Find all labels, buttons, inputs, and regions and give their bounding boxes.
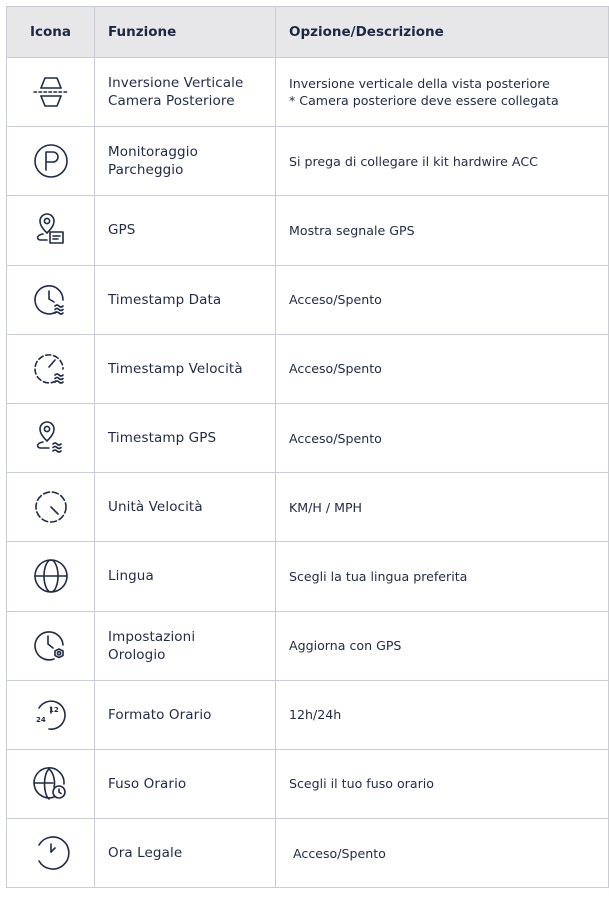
function-label: Inversione Verticale Camera Posteriore	[94, 56, 276, 128]
function-label: Ora Legale	[94, 818, 276, 889]
function-label: Timestamp Data	[94, 264, 276, 335]
header-icon: Icona	[6, 6, 95, 58]
description-text: 12h/24h	[275, 679, 609, 750]
table-row: GPS Mostra segnale GPS	[6, 195, 609, 266]
description-text: Acceso/Spento	[275, 264, 609, 335]
function-label: Timestamp GPS	[94, 402, 276, 474]
table-row: Lingua Scegli la tua lingua preferita	[6, 541, 609, 612]
svg-text:24: 24	[36, 716, 46, 724]
table-row: Unità Velocità KM/H / MPH	[6, 472, 609, 543]
function-label: Impostazioni Orologio	[94, 610, 276, 681]
date-stamp-icon	[33, 284, 64, 315]
clock-settings-icon	[33, 630, 64, 661]
description-text: Acceso/Spento	[275, 402, 609, 474]
function-label: Lingua	[94, 541, 276, 612]
speed-unit-icon	[34, 491, 67, 524]
flip-camera-icon	[32, 77, 69, 107]
header-function: Funzione	[94, 6, 276, 58]
function-label: Monitoraggio Parcheggio	[94, 126, 276, 197]
daylight-saving-icon	[37, 836, 70, 870]
description-text: Scegli il tuo fuso orario	[275, 748, 609, 820]
function-label: Formato Orario	[94, 679, 276, 750]
table-row: Fuso Orario Scegli il tuo fuso orario	[6, 748, 609, 820]
table-row: Ora Legale Acceso/Spento	[6, 818, 609, 889]
speed-stamp-icon	[33, 353, 64, 384]
svg-text:12: 12	[49, 706, 59, 714]
function-label: Unità Velocità	[94, 472, 276, 543]
description-text: KM/H / MPH	[275, 472, 609, 543]
table-row: Monitoraggio Parcheggio Si prega di coll…	[6, 126, 609, 197]
description-text: Mostra segnale GPS	[275, 195, 609, 266]
description-text: Aggiorna con GPS	[275, 610, 609, 681]
description-text: Si prega di collegare il kit hardwire AC…	[275, 126, 609, 197]
table-row: Impostazioni Orologio Aggiorna con GPS	[6, 610, 609, 681]
globe-icon	[33, 559, 68, 594]
time-format-icon: 12 24	[36, 700, 66, 730]
table-row: Timestamp Velocità Acceso/Spento	[6, 333, 609, 404]
function-label: GPS	[94, 195, 276, 266]
description-text: Acceso/Spento	[275, 333, 609, 404]
table-row: Inversione Verticale Camera Posteriore I…	[6, 56, 609, 128]
function-label: Timestamp Velocità	[94, 333, 276, 404]
function-label: Fuso Orario	[94, 748, 276, 820]
parking-icon	[33, 144, 68, 179]
table-header-row: Icona Funzione Opzione/Descrizione	[6, 6, 609, 58]
settings-table: Icona Funzione Opzione/Descrizione Inver…	[6, 6, 609, 889]
table-row: 12 24 Formato Orario 12h/24h	[6, 679, 609, 750]
description-text: Scegli la tua lingua preferita	[275, 541, 609, 612]
header-description: Opzione/Descrizione	[275, 6, 609, 58]
timezone-icon	[32, 767, 66, 800]
description-text: Acceso/Spento	[275, 818, 609, 889]
gps-icon	[36, 213, 64, 245]
gps-stamp-icon	[36, 421, 62, 453]
table-row: Timestamp GPS Acceso/Spento	[6, 402, 609, 474]
table-row: Timestamp Data Acceso/Spento	[6, 264, 609, 335]
description-text: Inversione verticale della vista posteri…	[275, 56, 609, 128]
